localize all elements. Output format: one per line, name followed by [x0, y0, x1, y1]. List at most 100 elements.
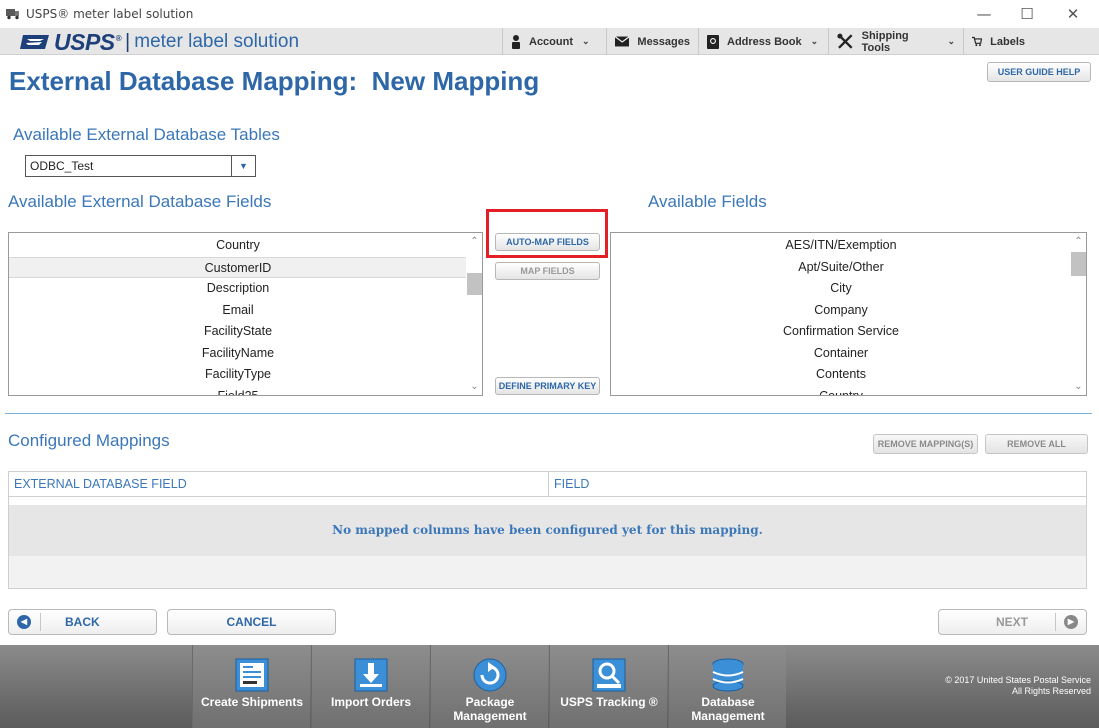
list-item[interactable]: Country [611, 386, 1071, 396]
table-footer [9, 556, 1086, 588]
list-item[interactable]: Apt/Suite/Other [611, 257, 1071, 279]
tile-package-management[interactable]: Package Management [430, 645, 548, 728]
nav-labels-label: Labels [990, 35, 1025, 48]
scroll-thumb[interactable] [1071, 252, 1086, 276]
col-external-database-field[interactable]: EXTERNAL DATABASE FIELD [9, 472, 549, 497]
envelope-icon [615, 36, 630, 47]
import-icon [354, 658, 388, 692]
refresh-package-icon [473, 658, 507, 692]
define-primary-key-button[interactable]: DEFINE PRIMARY KEY [495, 377, 600, 395]
nav-shipping-tools[interactable]: Shipping Tools ⌄ [828, 28, 963, 55]
list-item[interactable]: AES/ITN/Exemption [611, 235, 1071, 257]
next-arrow-icon: ▶ [1064, 615, 1078, 629]
app-header: USPS® | meter label solution Account ⌄ M… [0, 28, 1099, 55]
list-item[interactable]: Description [9, 278, 467, 300]
map-fields-button[interactable]: MAP FIELDS [495, 262, 600, 280]
table-header: EXTERNAL DATABASE FIELD FIELD [9, 472, 1086, 497]
app-subtitle: meter label solution [134, 31, 300, 52]
copyright-text: © 2017 United States Postal Service All … [945, 675, 1091, 697]
col-field[interactable]: FIELD [549, 472, 1086, 497]
person-icon [512, 34, 520, 49]
tile-database-management[interactable]: Database Management [668, 645, 786, 728]
chevron-down-icon: ⌄ [947, 36, 955, 46]
chevron-down-icon: ⌄ [810, 36, 819, 46]
list-item[interactable]: City [611, 278, 1071, 300]
list-item[interactable]: FacilityState [9, 321, 467, 343]
cancel-button[interactable]: CANCEL [167, 609, 336, 635]
tile-label: Import Orders [330, 695, 411, 709]
nav-address-book[interactable]: Address Book ⌄ [698, 28, 828, 55]
back-arrow-icon: ◀ [17, 615, 31, 629]
list-item[interactable]: FacilityName [9, 343, 467, 365]
available-fields-scrollbar[interactable]: ⌃ ⌄ [1070, 233, 1086, 395]
maximize-button[interactable]: ☐ [1017, 4, 1037, 24]
list-item[interactable]: Country [9, 235, 467, 257]
available-fields-list[interactable]: AES/ITN/Exemption Apt/Suite/Other City C… [610, 232, 1087, 396]
remove-all-button[interactable]: REMOVE ALL [985, 434, 1088, 454]
list-item[interactable]: Contents [611, 364, 1071, 386]
close-window-button[interactable]: ✕ [1063, 4, 1083, 24]
list-item[interactable]: Company [611, 300, 1071, 322]
back-button[interactable]: ◀ BACK [8, 609, 157, 635]
chevron-down-icon[interactable]: ▼ [231, 156, 255, 176]
scroll-down-icon[interactable]: ⌄ [466, 378, 482, 395]
nav-labels[interactable]: Labels [963, 28, 1033, 55]
minimize-button[interactable]: — [974, 4, 994, 24]
list-item[interactable]: Confirmation Service [611, 321, 1071, 343]
logo-wordmark: USPS® [54, 28, 122, 55]
logo-separator: | [125, 30, 131, 53]
nav-address-book-label: Address Book [727, 35, 802, 48]
nav-shipping-tools-label: Shipping Tools [861, 29, 909, 54]
tile-label: Database Management [691, 695, 765, 723]
scroll-thumb[interactable] [467, 273, 482, 295]
configured-mappings-label: Configured Mappings [8, 431, 170, 450]
next-label: NEXT [996, 615, 1029, 629]
scroll-up-icon[interactable]: ⌃ [1070, 233, 1086, 250]
label-printer-icon [235, 658, 269, 692]
list-item[interactable]: Container [611, 343, 1071, 365]
back-label: BACK [65, 615, 100, 629]
tables-label: Available External Database Tables [13, 125, 280, 144]
scroll-up-icon[interactable]: ⌃ [466, 233, 482, 250]
mappings-table: EXTERNAL DATABASE FIELD FIELD No mapped … [8, 471, 1087, 589]
empty-table-message: No mapped columns have been configured y… [9, 505, 1086, 556]
list-item[interactable]: Email [9, 300, 467, 322]
usps-eagle-icon [20, 35, 49, 49]
chevron-down-icon: ⌄ [582, 36, 590, 46]
window-title-bar: USPS® meter label solution — ☐ ✕ [0, 0, 1099, 28]
tile-label: USPS Tracking ® [560, 695, 658, 709]
table-select-value: ODBC_Test [30, 159, 94, 173]
tile-create-shipments[interactable]: Create Shipments [192, 645, 310, 728]
remove-mappings-button[interactable]: REMOVE MAPPING(S) [873, 434, 978, 454]
nav-account[interactable]: Account ⌄ [502, 28, 606, 55]
nav-messages[interactable]: Messages [606, 28, 698, 55]
button-separator [1055, 613, 1056, 631]
usps-truck-icon [6, 9, 19, 20]
external-fields-scrollbar[interactable]: ⌃ ⌄ [466, 233, 482, 395]
tile-label: Create Shipments [200, 695, 304, 709]
available-fields-label: Available Fields [648, 192, 767, 211]
list-item-selected[interactable]: CustomerID [9, 256, 467, 278]
page-title: External Database Mapping: New Mapping [9, 66, 540, 96]
nav-account-label: Account [529, 35, 573, 48]
cart-icon [972, 36, 983, 47]
usps-logo[interactable]: USPS® | meter label solution [20, 28, 300, 55]
scroll-down-icon[interactable]: ⌄ [1070, 378, 1086, 395]
button-separator [40, 613, 41, 631]
address-book-icon [707, 34, 719, 49]
highlight-annotation [486, 209, 608, 258]
user-guide-help-button[interactable]: USER GUIDE HELP [987, 62, 1091, 82]
next-button[interactable]: NEXT ▶ [938, 609, 1087, 635]
tracking-icon [592, 658, 626, 692]
copyright-line-1: © 2017 United States Postal Service [945, 675, 1091, 685]
tile-usps-tracking[interactable]: USPS Tracking ® [549, 645, 667, 728]
list-item[interactable]: Field25 [9, 386, 467, 396]
external-fields-label: Available External Database Fields [8, 192, 272, 211]
external-fields-list[interactable]: Country CustomerID Description Email Fac… [8, 232, 483, 396]
list-item[interactable]: FacilityType [9, 364, 467, 386]
table-select[interactable]: ODBC_Test ▼ [25, 155, 256, 177]
bottom-navigation-bar: Create Shipments Import Orders Package M… [0, 645, 1099, 728]
tile-import-orders[interactable]: Import Orders [311, 645, 429, 728]
top-nav: Account ⌄ Messages Address Book ⌄ Shippi… [502, 28, 1033, 55]
section-divider [5, 413, 1092, 414]
